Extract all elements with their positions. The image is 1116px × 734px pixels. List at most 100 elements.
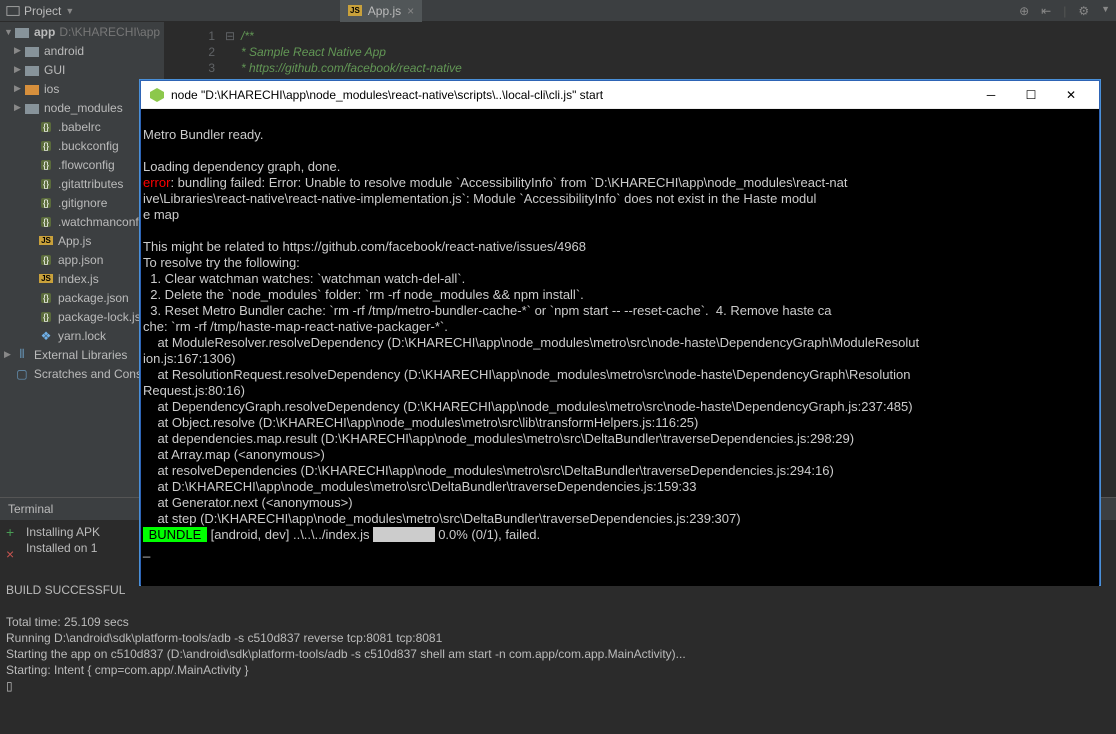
- file-icon: {}: [38, 158, 54, 172]
- console-title: node "D:\KHARECHI\app\node_modules\react…: [171, 88, 971, 102]
- close-tab-icon[interactable]: ×: [407, 4, 414, 18]
- terminal-line: Installed on 1: [26, 540, 103, 556]
- terminal-line: Total time: 25.109 secs: [6, 614, 1110, 630]
- item-label: yarn.lock: [58, 329, 106, 343]
- root-name: app: [34, 25, 55, 39]
- expand-arrow-icon[interactable]: ▶: [14, 102, 24, 113]
- node-icon: [149, 87, 165, 103]
- terminal-line: Starting: Intent { cmp=com.app/.MainActi…: [6, 662, 1110, 678]
- file-icon: {}: [38, 253, 54, 267]
- add-session-icon[interactable]: +: [6, 524, 26, 540]
- console-line: This might be related to https://github.…: [143, 239, 1097, 255]
- console-line: at Generator.next (<anonymous>): [143, 495, 1097, 511]
- terminal-line: Running D:\android\sdk\platform-tools/ad…: [6, 630, 1110, 646]
- console-line: ion.js:167:1306): [143, 351, 1097, 367]
- item-label: node_modules: [44, 101, 123, 115]
- project-dropdown[interactable]: Project ▼: [6, 4, 74, 18]
- chevron-down-icon-2: ▼: [1101, 4, 1110, 18]
- folder-icon: [24, 44, 40, 58]
- progress-bar: [373, 527, 434, 542]
- target-icon[interactable]: ⊕: [1019, 4, 1029, 18]
- console-line: at dependencies.map.result (D:\KHARECHI\…: [143, 431, 1097, 447]
- file-icon: {}: [38, 215, 54, 229]
- expand-arrow-icon[interactable]: ▶: [4, 349, 14, 360]
- project-label: Project: [24, 4, 61, 18]
- console-line: [143, 143, 1097, 159]
- item-label: .gitattributes: [58, 177, 123, 191]
- node-console-window[interactable]: node "D:\KHARECHI\app\node_modules\react…: [140, 80, 1100, 585]
- expand-arrow-icon[interactable]: ▶: [14, 64, 24, 75]
- scratch-icon: ▢: [14, 367, 30, 381]
- console-output[interactable]: Metro Bundler ready. Loading dependency …: [141, 109, 1099, 586]
- console-titlebar[interactable]: node "D:\KHARECHI\app\node_modules\react…: [141, 81, 1099, 109]
- file-icon: {}: [38, 310, 54, 324]
- console-line: To resolve try the following:: [143, 255, 1097, 271]
- console-line: at ModuleResolver.resolveDependency (D:\…: [143, 335, 1097, 351]
- js-file-icon: JS: [348, 5, 362, 16]
- file-icon: {}: [38, 177, 54, 191]
- project-icon: [6, 4, 20, 18]
- chevron-down-icon: ▼: [65, 6, 74, 16]
- folder-icon: [14, 25, 30, 39]
- root-path: D:\KHARECHI\app: [59, 25, 160, 39]
- item-label: ios: [44, 82, 59, 96]
- file-icon: {}: [38, 120, 54, 134]
- ide-toolbar: Project ▼ ⊕ ⇤ | ⚙ ▼: [0, 0, 1116, 22]
- console-line: e map: [143, 207, 1097, 223]
- toolbar-divider: |: [1063, 4, 1066, 18]
- console-line: che: `rm -rf /tmp/haste-map-react-native…: [143, 319, 1097, 335]
- item-label: app.json: [58, 253, 103, 267]
- expand-arrow-icon[interactable]: ▶: [14, 45, 24, 56]
- close-session-icon[interactable]: ×: [6, 546, 26, 562]
- console-line: 1. Clear watchman watches: `watchman wat…: [143, 271, 1097, 287]
- collapse-icon[interactable]: ⇤: [1041, 4, 1051, 18]
- folder-icon: [24, 82, 40, 96]
- item-label: .flowconfig: [58, 158, 115, 172]
- item-label: App.js: [58, 234, 91, 248]
- close-button[interactable]: ✕: [1051, 81, 1091, 109]
- minimize-button[interactable]: ─: [971, 81, 1011, 109]
- console-line: Loading dependency graph, done.: [143, 159, 1097, 175]
- console-line: [143, 111, 1097, 127]
- error-label: error: [143, 175, 170, 190]
- terminal-title: Terminal: [8, 502, 53, 516]
- console-line: at DependencyGraph.resolveDependency (D:…: [143, 399, 1097, 415]
- console-line: 2. Delete the `node_modules` folder: `rm…: [143, 287, 1097, 303]
- cursor: _: [143, 543, 1097, 559]
- item-label: GUI: [44, 63, 65, 77]
- item-label: .watchmanconfig: [58, 215, 148, 229]
- console-line: at step (D:\KHARECHI\app\node_modules\me…: [143, 511, 1097, 527]
- tree-item-android[interactable]: ▶ android: [0, 41, 164, 60]
- tree-root[interactable]: ▼ app D:\KHARECHI\app: [0, 22, 164, 41]
- tab-label: App.js: [368, 4, 401, 18]
- item-label: android: [44, 44, 84, 58]
- expand-arrow-icon[interactable]: ▶: [14, 83, 24, 94]
- tree-item-GUI[interactable]: ▶ GUI: [0, 60, 164, 79]
- editor-tabs: JS App.js ×: [340, 0, 422, 22]
- terminal-line: ▯: [6, 678, 1110, 694]
- console-line: 3. Reset Metro Bundler cache: `rm -rf /t…: [143, 303, 1097, 319]
- library-icon: ⦀: [14, 348, 30, 362]
- console-line: at D:\KHARECHI\app\node_modules\metro\sr…: [143, 479, 1097, 495]
- terminal-line: [6, 598, 1110, 614]
- console-line: at Array.map (<anonymous>): [143, 447, 1097, 463]
- bundle-badge: BUNDLE: [143, 527, 207, 542]
- console-line: ive\Libraries\react-native\react-native-…: [143, 191, 1097, 207]
- file-icon: {}: [38, 196, 54, 210]
- console-line: [143, 223, 1097, 239]
- expand-arrow-icon[interactable]: ▼: [4, 27, 14, 37]
- tab-app-js[interactable]: JS App.js ×: [340, 0, 422, 22]
- console-line: at Object.resolve (D:\KHARECHI\app\node_…: [143, 415, 1097, 431]
- file-icon: ❖: [38, 329, 54, 343]
- terminal-line: Installing APK: [26, 524, 103, 540]
- maximize-button[interactable]: ☐: [1011, 81, 1051, 109]
- console-line: at resolveDependencies (D:\KHARECHI\app\…: [143, 463, 1097, 479]
- item-label: package.json: [58, 291, 129, 305]
- terminal-line: Starting the app on c510d837 (D:\android…: [6, 646, 1110, 662]
- item-label: .buckconfig: [58, 139, 119, 153]
- error-text: : bundling failed: Error: Unable to reso…: [170, 175, 847, 190]
- item-label: index.js: [58, 272, 99, 286]
- console-line: Metro Bundler ready.: [143, 127, 1097, 143]
- gear-icon[interactable]: ⚙: [1078, 4, 1089, 18]
- item-label: .babelrc: [58, 120, 101, 134]
